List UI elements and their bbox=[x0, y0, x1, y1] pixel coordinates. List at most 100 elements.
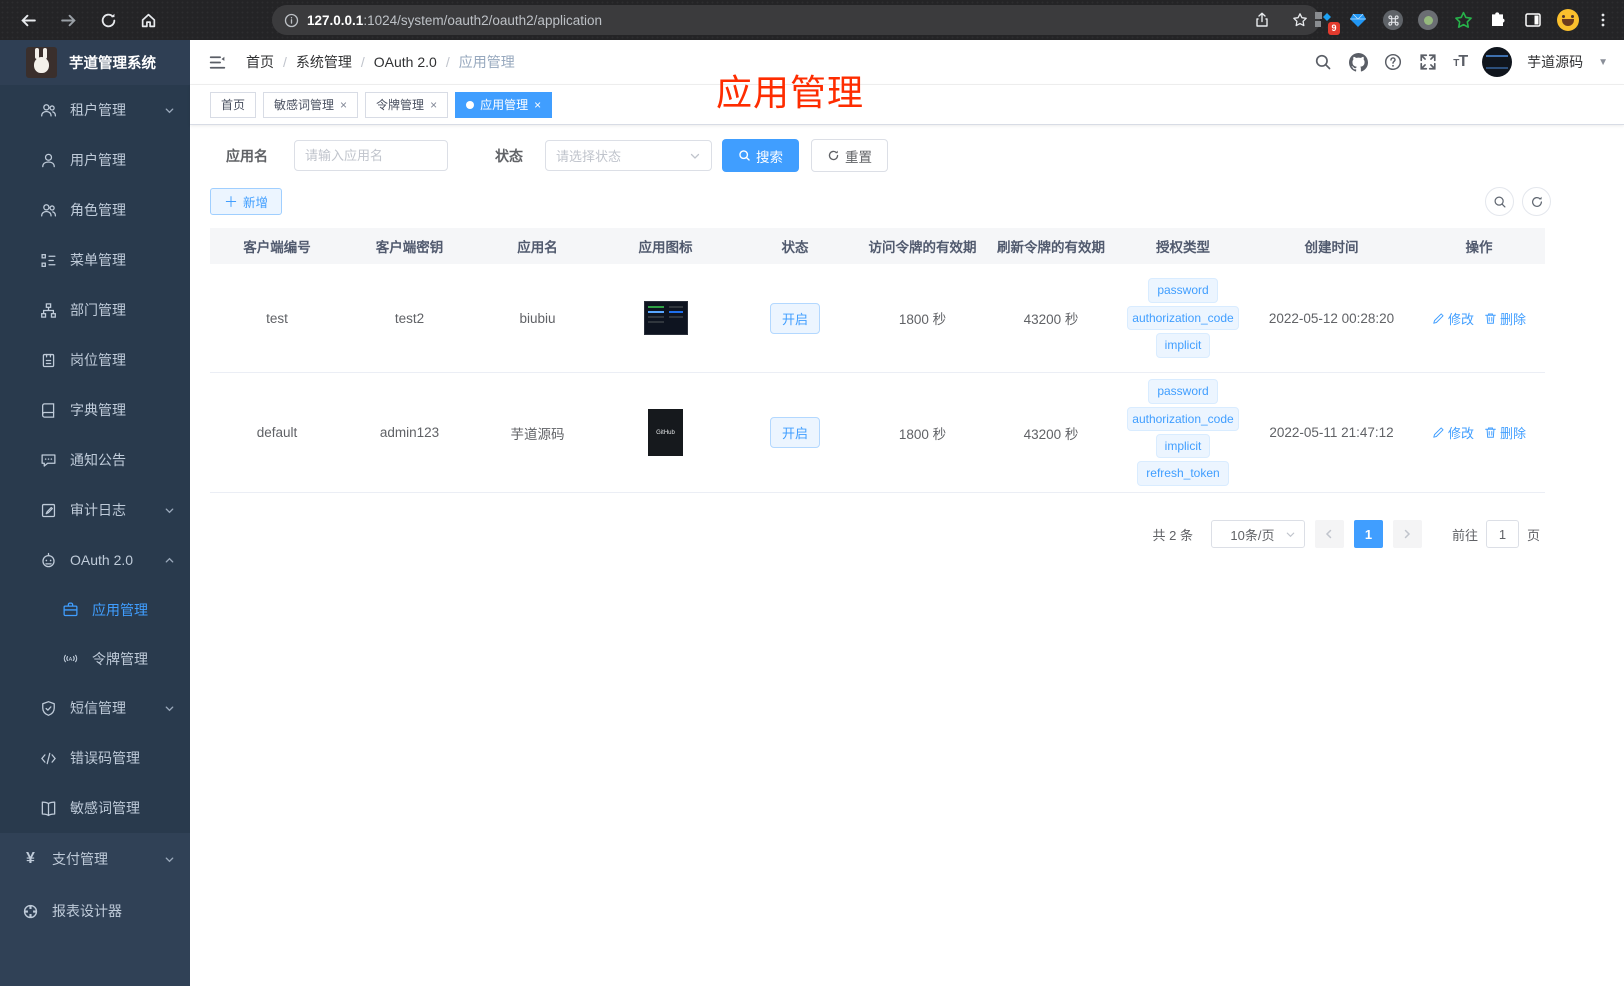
sidebar-item-oauth[interactable]: OAuth 2.0 bbox=[0, 535, 190, 585]
goto-label: 前往 bbox=[1451, 527, 1478, 543]
goto-page-input[interactable] bbox=[1485, 520, 1519, 548]
sidebar-item-user[interactable]: 用户管理 bbox=[0, 135, 190, 185]
app-name-label: 应用名 bbox=[226, 147, 268, 164]
sidebar-item-label: 通知公告 bbox=[70, 452, 126, 468]
close-icon[interactable]: × bbox=[534, 98, 541, 112]
delete-button[interactable]: 删除 bbox=[1484, 309, 1526, 328]
site-info-icon[interactable] bbox=[284, 13, 299, 28]
browser-back-icon[interactable] bbox=[16, 8, 40, 32]
app-icon-image: GitHub bbox=[648, 409, 683, 456]
user-avatar[interactable] bbox=[1482, 47, 1513, 77]
close-icon[interactable]: × bbox=[430, 98, 437, 112]
sensitive-book-icon bbox=[40, 800, 57, 817]
tab-token[interactable]: 令牌管理 × bbox=[365, 91, 449, 118]
chevron-down-icon bbox=[164, 505, 175, 516]
created-time-cell: 2022-05-11 21:47:12 bbox=[1269, 425, 1394, 440]
status-select[interactable]: 请选择状态 bbox=[545, 140, 712, 171]
error-code-icon bbox=[40, 750, 57, 767]
add-button[interactable]: ＋ 新增 bbox=[210, 188, 283, 215]
share-icon[interactable] bbox=[1254, 12, 1270, 28]
breadcrumb-oauth[interactable]: OAuth 2.0 bbox=[374, 54, 437, 70]
refresh-table-button[interactable] bbox=[1522, 187, 1551, 216]
bookmark-star-icon[interactable] bbox=[1292, 12, 1308, 28]
page-number-button[interactable]: 1 bbox=[1353, 520, 1383, 548]
fullscreen-icon[interactable] bbox=[1418, 52, 1438, 72]
page-size-select[interactable]: 10条/页 bbox=[1210, 520, 1305, 548]
app-icon-image bbox=[643, 301, 688, 335]
sidebar-item-notice[interactable]: 通知公告 bbox=[0, 435, 190, 485]
help-icon[interactable] bbox=[1383, 52, 1403, 72]
sidebar: 芋道管理系统 租户管理 用户管理 角色管理 菜单管理 部门管理 岗位管理 字典管… bbox=[0, 40, 190, 986]
applications-table: 客户端编号 客户端密钥 应用名 应用图标 状态 访问令牌的有效期 刷新令牌的有效… bbox=[210, 228, 1545, 493]
search-button[interactable]: 搜索 bbox=[722, 139, 799, 172]
browser-forward-icon[interactable] bbox=[56, 8, 80, 32]
sidebar-item-report-designer[interactable]: 报表设计器 bbox=[0, 885, 190, 937]
sidebar-item-error-code[interactable]: 错误码管理 bbox=[0, 733, 190, 783]
delete-button[interactable]: 删除 bbox=[1484, 423, 1526, 442]
status-badge[interactable]: 开启 bbox=[769, 302, 820, 334]
chevron-down-icon bbox=[164, 854, 175, 865]
extension-grid-icon[interactable]: 9 bbox=[1312, 9, 1340, 35]
app-logo[interactable]: 芋道管理系统 bbox=[0, 40, 190, 85]
edit-pencil-icon bbox=[1433, 427, 1444, 438]
user-caret-down-icon[interactable]: ▼ bbox=[1598, 57, 1608, 68]
tab-application[interactable]: 应用管理 × bbox=[455, 91, 553, 118]
profile-avatar-icon[interactable] bbox=[1557, 9, 1579, 31]
prev-page-button[interactable] bbox=[1314, 520, 1344, 548]
oauth-robot-icon bbox=[40, 552, 57, 569]
tab-home[interactable]: 首页 bbox=[210, 91, 257, 118]
refresh-icon bbox=[828, 150, 839, 161]
edit-button[interactable]: 修改 bbox=[1432, 309, 1474, 328]
next-page-button[interactable] bbox=[1392, 520, 1422, 548]
sidebar-item-oauth-application[interactable]: 应用管理 bbox=[0, 585, 190, 634]
edit-button[interactable]: 修改 bbox=[1432, 423, 1474, 442]
breadcrumb-system[interactable]: 系统管理 bbox=[296, 52, 352, 72]
sidebar-item-label: 应用管理 bbox=[92, 601, 148, 618]
tab-sensitive-word[interactable]: 敏感词管理 × bbox=[263, 91, 359, 118]
sidebar-item-label: 令牌管理 bbox=[92, 650, 148, 667]
sidebar-item-role[interactable]: 角色管理 bbox=[0, 185, 190, 235]
app-name-input[interactable] bbox=[294, 140, 448, 171]
sidebar-item-label: 字典管理 bbox=[70, 402, 126, 418]
sidebar-item-menu[interactable]: 菜单管理 bbox=[0, 235, 190, 285]
sidebar-item-label: 报表设计器 bbox=[52, 903, 122, 919]
sidebar-item-post[interactable]: 岗位管理 bbox=[0, 335, 190, 385]
sidebar-item-sms[interactable]: 短信管理 bbox=[0, 683, 190, 733]
github-icon[interactable] bbox=[1348, 52, 1368, 72]
sidebar-item-tenant[interactable]: 租户管理 bbox=[0, 85, 190, 135]
chevron-down-icon bbox=[164, 703, 175, 714]
status-badge[interactable]: 开启 bbox=[769, 417, 820, 448]
refresh-token-validity-cell: 43200 秒 bbox=[1023, 426, 1079, 442]
browser-menu-icon[interactable] bbox=[1592, 9, 1614, 31]
sidebar-item-oauth-token[interactable]: A 令牌管理 bbox=[0, 634, 190, 683]
access-token-validity-cell: 1800 秒 bbox=[898, 426, 947, 442]
sidebar-item-dept[interactable]: 部门管理 bbox=[0, 285, 190, 335]
sidebar-item-dict[interactable]: 字典管理 bbox=[0, 385, 190, 435]
search-icon bbox=[739, 150, 750, 161]
sidebar-item-label: OAuth 2.0 bbox=[70, 552, 134, 568]
breadcrumb-home[interactable]: 首页 bbox=[246, 52, 274, 72]
side-panel-icon[interactable] bbox=[1522, 9, 1544, 31]
reset-button[interactable]: 重置 bbox=[811, 139, 888, 172]
search-icon bbox=[1493, 195, 1506, 208]
font-size-icon[interactable]: TT bbox=[1453, 53, 1468, 71]
browser-home-icon[interactable] bbox=[136, 8, 160, 32]
extension-puzzle-icon[interactable] bbox=[1487, 9, 1509, 31]
sidebar-item-pay[interactable]: ¥ 支付管理 bbox=[0, 833, 190, 885]
extension-gem-icon[interactable] bbox=[1347, 9, 1369, 31]
header-search-icon[interactable] bbox=[1313, 52, 1333, 72]
app-name-cell: 芋道源码 bbox=[510, 426, 565, 442]
extension-command-icon[interactable] bbox=[1382, 9, 1404, 31]
url-bar[interactable]: 127.0.0.1:1024/system/oauth2/oauth2/appl… bbox=[272, 5, 1320, 35]
browser-reload-icon[interactable] bbox=[96, 8, 120, 32]
grant-type-tag: refresh_token bbox=[1137, 461, 1229, 486]
show-search-toggle-button[interactable] bbox=[1485, 187, 1514, 216]
extension-star-icon[interactable] bbox=[1452, 9, 1474, 31]
grant-type-tags: password authorization_code implicit bbox=[1127, 278, 1239, 358]
username[interactable]: 芋道源码 bbox=[1527, 52, 1583, 72]
sidebar-item-audit-log[interactable]: 审计日志 bbox=[0, 485, 190, 535]
close-icon[interactable]: × bbox=[340, 98, 347, 112]
extension-record-icon[interactable] bbox=[1417, 9, 1439, 31]
sidebar-collapse-icon[interactable] bbox=[206, 51, 228, 73]
sidebar-item-sensitive-word[interactable]: 敏感词管理 bbox=[0, 783, 190, 833]
